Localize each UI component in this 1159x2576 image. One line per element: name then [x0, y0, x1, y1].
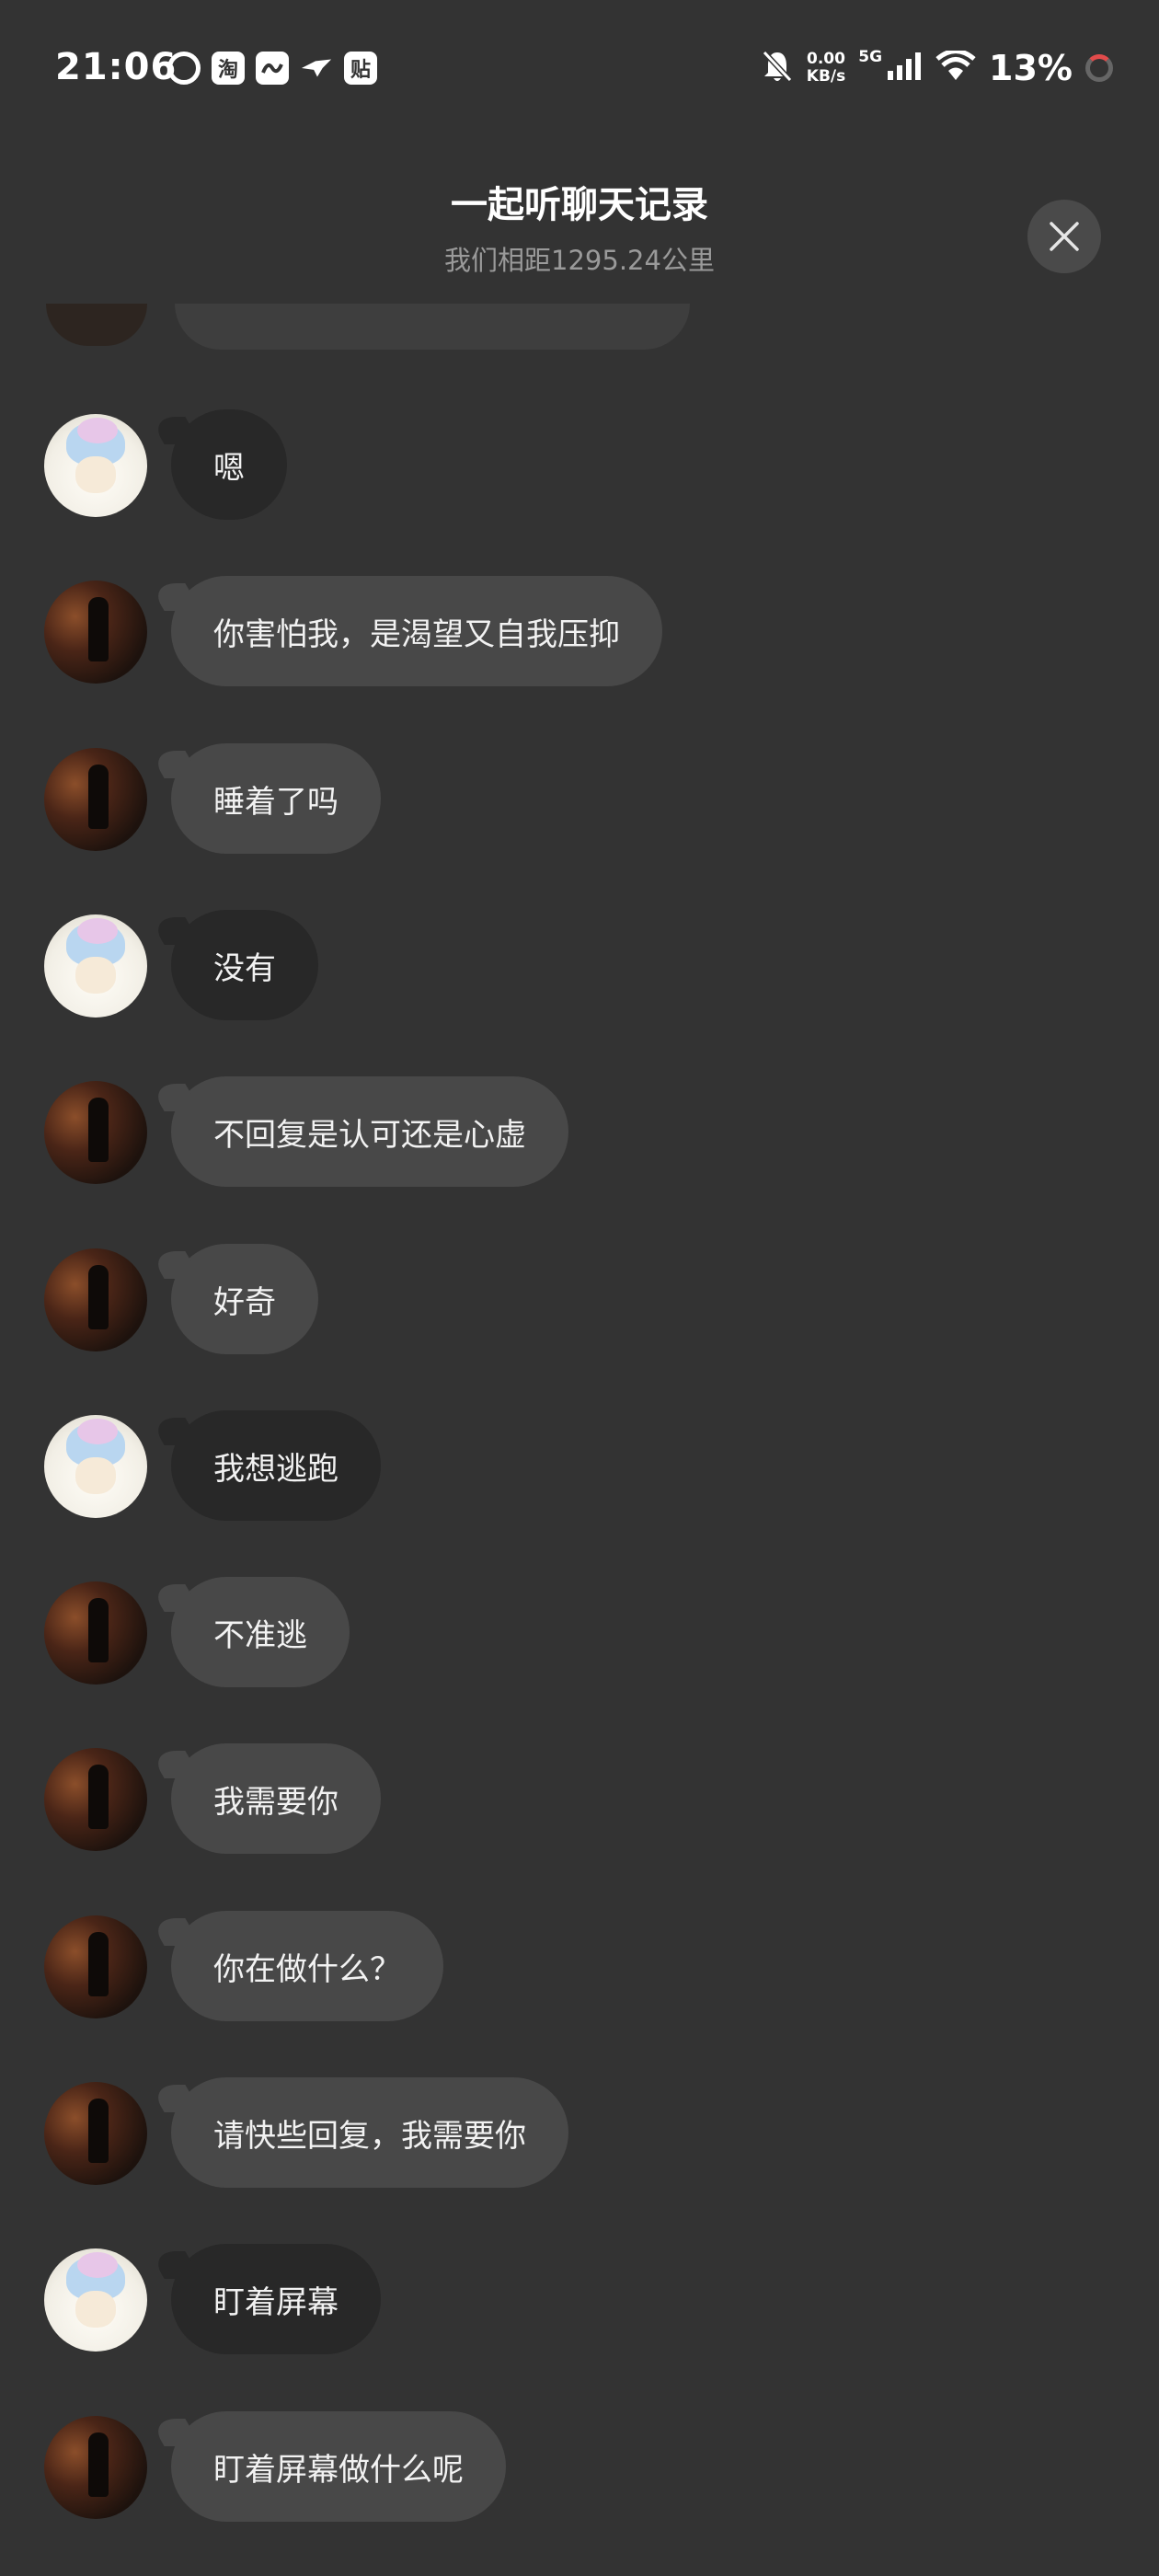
- message-bubble[interactable]: 请快些回复，我需要你: [171, 2077, 568, 2188]
- partner-avatar[interactable]: [44, 2416, 147, 2519]
- notification-icons: 淘 贴: [167, 52, 377, 85]
- my-avatar[interactable]: [44, 914, 147, 1018]
- message-bubble[interactable]: 睡着了吗: [171, 743, 381, 854]
- signal-icon: [886, 51, 923, 86]
- bird-app-icon: [300, 52, 333, 85]
- page-title: 一起听聊天记录: [451, 184, 708, 226]
- message-row: 不回复是认可还是心虚: [0, 1076, 1159, 1187]
- message-bubble[interactable]: 不回复是认可还是心虚: [171, 1076, 568, 1187]
- network-speed: 0.00 KB/s: [806, 50, 846, 86]
- message-bubble[interactable]: 我需要你: [171, 1743, 381, 1854]
- netease-music-icon: [167, 52, 201, 85]
- message-row: 睡着了吗: [0, 743, 1159, 854]
- distance-subtitle: 我们相距1295.24公里: [444, 245, 715, 276]
- network-type: 5G: [858, 48, 883, 66]
- message-row: 不准逃: [0, 1577, 1159, 1687]
- partner-avatar[interactable]: [44, 581, 147, 684]
- partner-avatar[interactable]: [44, 2082, 147, 2185]
- message-bubble[interactable]: 好奇: [171, 1244, 318, 1354]
- status-bar: 21:06 淘 贴 0.00 KB/s 5G 13%: [0, 0, 1159, 138]
- message-row: 请快些回复，我需要你: [0, 2077, 1159, 2188]
- message-row: 盯着屏幕: [0, 2244, 1159, 2354]
- partner-avatar[interactable]: [44, 1581, 147, 1685]
- my-avatar[interactable]: [44, 1415, 147, 1518]
- partner-avatar[interactable]: [44, 1248, 147, 1351]
- close-icon: [1050, 222, 1079, 251]
- message-row: 盯着屏幕做什么呢: [0, 2411, 1159, 2522]
- message-bubble[interactable]: 不准逃: [171, 1577, 350, 1687]
- my-avatar[interactable]: [44, 2248, 147, 2352]
- battery-percent: 13%: [989, 48, 1073, 88]
- close-button[interactable]: [1027, 200, 1101, 273]
- message-bubble[interactable]: 我想逃跑: [171, 1410, 381, 1521]
- message-row: 好奇: [0, 1244, 1159, 1354]
- avatar: [46, 304, 147, 346]
- partner-avatar[interactable]: [44, 748, 147, 851]
- message-row: 没有: [0, 910, 1159, 1020]
- mute-bell-icon: [761, 49, 794, 87]
- message-row: 嗯: [0, 409, 1159, 520]
- message-bubble[interactable]: 你害怕我，是渴望又自我压抑: [171, 576, 662, 686]
- message-bubble[interactable]: 盯着屏幕做什么呢: [171, 2411, 506, 2522]
- message-row: 我需要你: [0, 1743, 1159, 1854]
- message-row: 你在做什么？: [0, 1911, 1159, 2021]
- tieba-icon: 贴: [344, 52, 377, 85]
- message-bubble[interactable]: 嗯: [171, 409, 287, 520]
- message-row: 我想逃跑: [0, 1410, 1159, 1521]
- partner-avatar[interactable]: [44, 1748, 147, 1851]
- my-avatar[interactable]: [44, 414, 147, 517]
- chat-header: 一起听聊天记录 我们相距1295.24公里: [0, 175, 1159, 278]
- message-bubble[interactable]: 没有: [171, 910, 318, 1020]
- wifi-icon: [935, 49, 976, 86]
- partner-avatar[interactable]: [44, 1081, 147, 1184]
- battery-icon: [1085, 54, 1113, 82]
- message-row: 你害怕我，是渴望又自我压抑: [0, 576, 1159, 686]
- system-status: 0.00 KB/s 5G 13%: [761, 48, 1113, 88]
- message-bubble[interactable]: 盯着屏幕: [171, 2244, 381, 2354]
- status-time: 21:06: [55, 46, 178, 88]
- app-icon: [256, 52, 289, 85]
- partner-avatar[interactable]: [44, 1915, 147, 2018]
- chat-history-list[interactable]: 嗯你害怕我，是渴望又自我压抑 睡着了吗没有不回复是认可还是心虚 好奇我想逃跑不准逃我…: [0, 304, 1159, 2576]
- taobao-icon: 淘: [212, 52, 245, 85]
- message-bubble[interactable]: 你在做什么？: [171, 1911, 443, 2021]
- message-bubble: [175, 304, 690, 350]
